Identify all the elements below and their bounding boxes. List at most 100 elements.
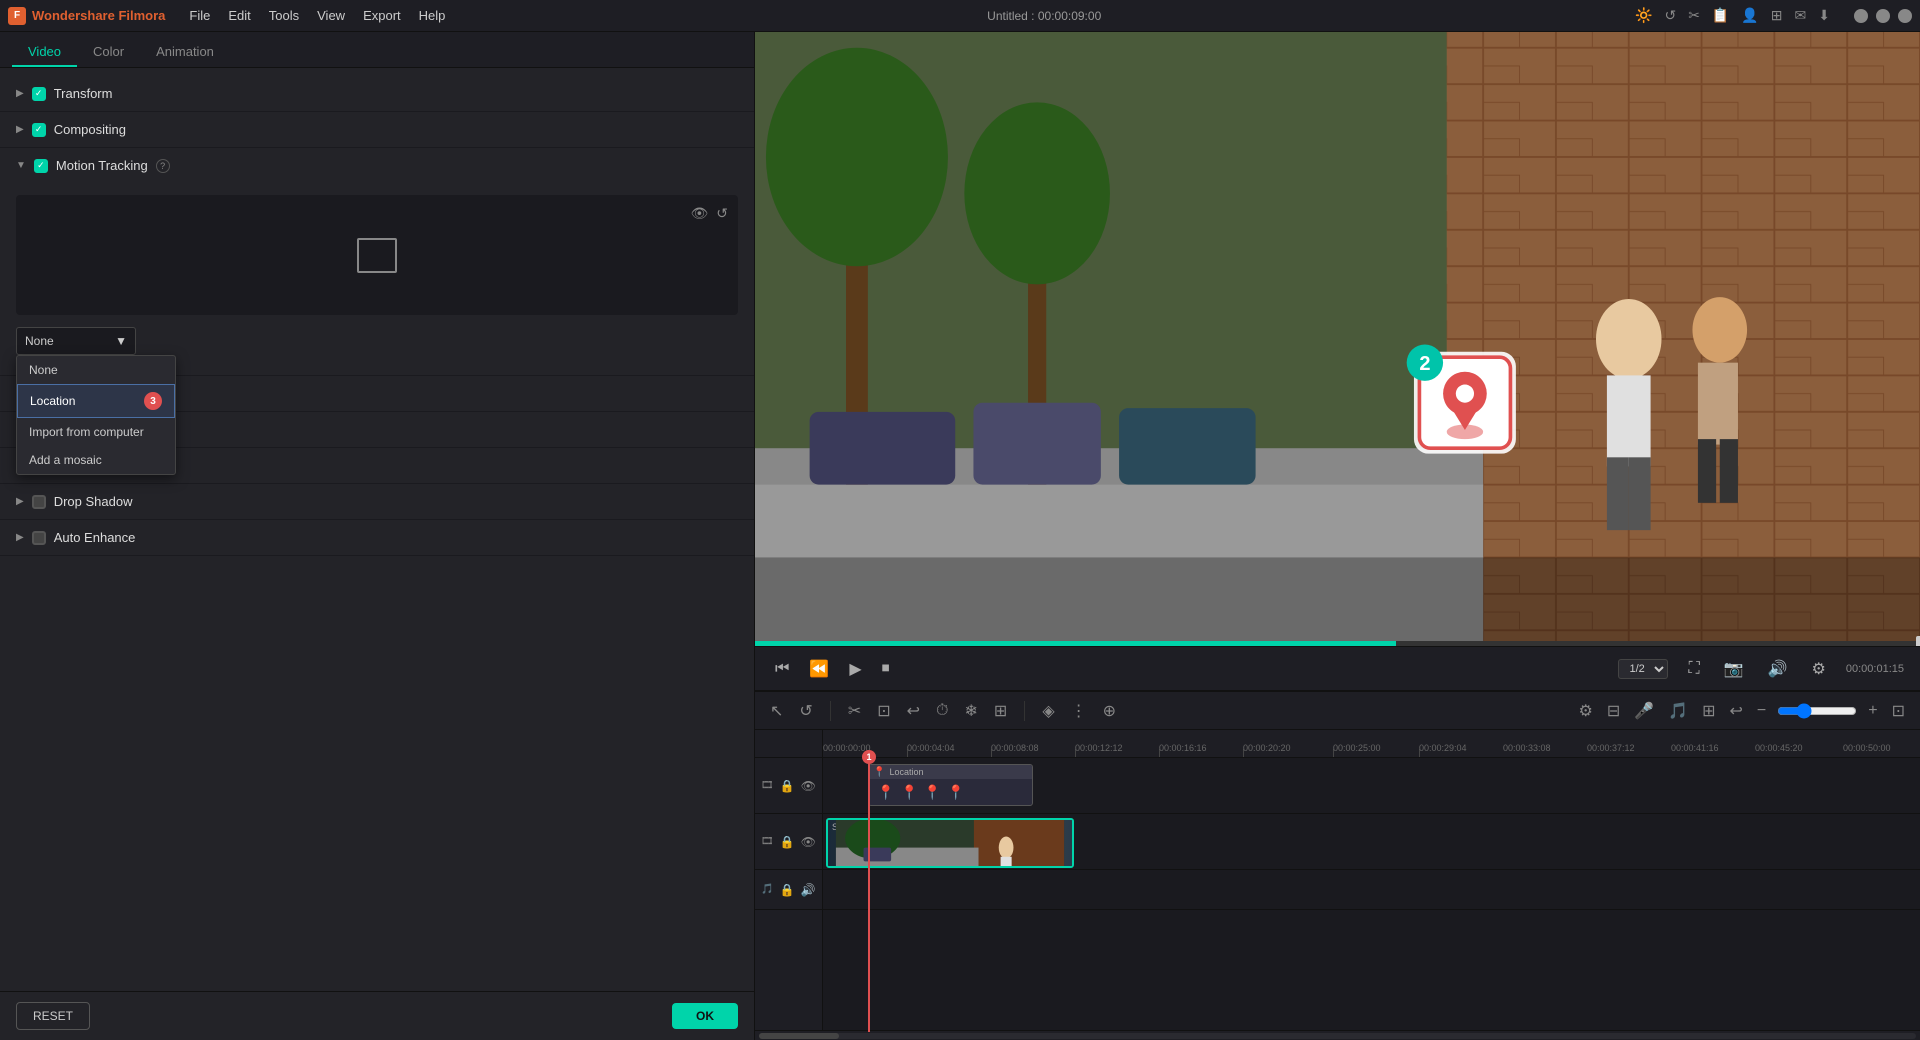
zoom-fit-icon[interactable]: ⊡ — [1889, 698, 1908, 724]
dropdown-item-none[interactable]: None — [17, 356, 175, 384]
volume-button[interactable]: 🔊 — [1764, 655, 1792, 683]
eye-icon[interactable]: 👁 — [690, 205, 708, 222]
dropdown-item-location[interactable]: Location 3 — [17, 384, 175, 418]
location-clip[interactable]: 📍 Location 📍 📍 📍 📍 — [868, 764, 1033, 806]
tab-color[interactable]: Color — [77, 36, 140, 67]
app-logo: F Wondershare Filmora — [8, 7, 165, 25]
timeline-freeze-tool[interactable]: ❄ — [962, 698, 981, 724]
tracking-dropdown[interactable]: None ▼ — [16, 327, 136, 355]
checkbox-transform[interactable]: ✓ — [32, 87, 46, 101]
timeline-tracks-right[interactable]: 00:00:00:00 00:00:04:04 00:00:08:08 00:0… — [823, 730, 1920, 1032]
music-icon[interactable]: 🎵 — [1665, 698, 1691, 724]
zoom-in-icon[interactable]: + — [1865, 699, 1880, 723]
section-transform-header[interactable]: ▶ ✓ Transform — [0, 76, 754, 111]
track1-lock-icon[interactable]: 🔒 — [780, 779, 795, 793]
playhead[interactable]: 1 — [868, 758, 870, 1032]
timeline-trim-tool[interactable]: ↺ — [796, 698, 815, 724]
menu-tools[interactable]: Tools — [261, 5, 307, 26]
section-drop-shadow-header[interactable]: ▶ Drop Shadow — [0, 484, 754, 519]
track2-lock-icon[interactable]: 🔒 — [780, 835, 795, 849]
settings-button[interactable]: ⚙ — [1808, 655, 1830, 683]
tracking-dropdown-container: None ▼ None Location 3 — [16, 327, 738, 355]
dropdown-item-import[interactable]: Import from computer — [17, 418, 175, 446]
quality-select[interactable]: 1/2 1/1 1/4 — [1618, 659, 1668, 679]
snapshot-button[interactable]: 📷 — [1720, 655, 1748, 683]
titlebar-icon-1[interactable]: 🔆 — [1635, 7, 1652, 24]
timeline-cut-tool[interactable]: ✂ — [845, 698, 864, 724]
section-motion-tracking-header[interactable]: ▼ ✓ Motion Tracking ? — [0, 148, 754, 183]
video-controls: ⏮ ⏪ ▶ ⏹ 1/2 1/1 1/4 ⛶ 📷 🔊 ⚙ 00:00:01:15 — [755, 646, 1920, 690]
scrollbar-track[interactable] — [759, 1033, 1916, 1039]
checkbox-motion-tracking[interactable]: ✓ — [34, 159, 48, 173]
timeline-rotate-tool[interactable]: ↩ — [904, 698, 923, 724]
timeline-tracks-left: 🎞 🔒 👁 🎞 🔒 👁 🎵 🔒 🔊 — [755, 730, 823, 1032]
menu-edit[interactable]: Edit — [220, 5, 258, 26]
motion-tracking-help-icon[interactable]: ? — [156, 159, 170, 173]
timeline-speed-tool[interactable]: ⏱ — [933, 699, 951, 723]
titlebar-icon-5[interactable]: 👤 — [1741, 7, 1758, 24]
timeline-select-tool[interactable]: ↖ — [767, 698, 786, 724]
titlebar-icons: 🔆 ↺ ✂ 📋 👤 ⊞ ✉ ⬇ — [1635, 7, 1830, 24]
titlebar-icon-2[interactable]: ↺ — [1664, 7, 1676, 24]
menu-file[interactable]: File — [181, 5, 218, 26]
copy-icon[interactable]: ⊞ — [1699, 698, 1718, 724]
video-progress-bar[interactable] — [755, 641, 1920, 646]
tab-video[interactable]: Video — [12, 36, 77, 67]
skip-back-button[interactable]: ⏮ — [771, 656, 793, 682]
timeline-color-tool[interactable]: ⊕ — [1100, 698, 1119, 724]
track1-eye-icon[interactable]: 👁 — [801, 779, 816, 793]
ruler-mark-10: 00:00:41:16 — [1671, 743, 1719, 753]
minimize-button[interactable] — [1854, 9, 1868, 23]
titlebar-icon-8[interactable]: ⬇ — [1818, 7, 1830, 24]
section-auto-enhance-header[interactable]: ▶ Auto Enhance — [0, 520, 754, 555]
compositing-label: Compositing — [54, 122, 126, 137]
audio-mute-icon[interactable]: 🔊 — [801, 883, 816, 897]
dropdown-item-mosaic[interactable]: Add a mosaic — [17, 446, 175, 474]
reset-button[interactable]: RESET — [16, 1002, 90, 1030]
checkbox-auto-enhance[interactable] — [32, 531, 46, 545]
snap-icon[interactable]: ⊟ — [1604, 698, 1623, 724]
video-clip[interactable]: Sample Video — [826, 818, 1074, 868]
zoom-out-icon[interactable]: − — [1754, 699, 1769, 723]
maximize-button[interactable] — [1876, 9, 1890, 23]
track2-eye-icon[interactable]: 👁 — [801, 835, 816, 849]
video-track-row: Sample Video — [823, 814, 1920, 870]
zoom-slider[interactable] — [1777, 703, 1857, 719]
timeline-transform-tool[interactable]: ⊞ — [991, 698, 1010, 724]
stop-button[interactable]: ⏹ — [878, 656, 894, 682]
close-button[interactable] — [1898, 9, 1912, 23]
refresh-icon[interactable]: ↺ — [716, 205, 728, 222]
timeline-crop-tool[interactable]: ⊡ — [874, 698, 893, 724]
scrollbar-thumb[interactable] — [759, 1033, 839, 1039]
menu-view[interactable]: View — [309, 5, 353, 26]
toolbar-separator-1 — [830, 701, 831, 721]
titlebar-icon-7[interactable]: ✉ — [1795, 7, 1807, 24]
auto-ripple-icon[interactable]: ⚙ — [1576, 698, 1596, 724]
section-compositing-header[interactable]: ▶ ✓ Compositing — [0, 112, 754, 147]
ok-button[interactable]: OK — [672, 1003, 738, 1029]
ruler-mark-6: 00:00:25:00 — [1333, 743, 1381, 753]
mic-icon[interactable]: 🎤 — [1631, 698, 1657, 724]
location-markers: 📍 📍 📍 📍 — [877, 784, 965, 801]
tab-animation[interactable]: Animation — [140, 36, 230, 67]
timeline-marker-tool[interactable]: ◈ — [1039, 698, 1057, 724]
fullscreen-button[interactable]: ⛶ — [1684, 656, 1703, 682]
step-back-button[interactable]: ⏪ — [805, 655, 833, 683]
play-button[interactable]: ▶ — [845, 655, 865, 683]
chevron-auto-enhance-icon: ▶ — [16, 532, 24, 543]
undo-icon[interactable]: ↩ — [1727, 698, 1746, 724]
menu-help[interactable]: Help — [411, 5, 454, 26]
checkbox-compositing[interactable]: ✓ — [32, 123, 46, 137]
titlebar-icon-3[interactable]: ✂ — [1688, 7, 1700, 24]
titlebar-icon-4[interactable]: 📋 — [1712, 7, 1729, 24]
transform-label: Transform — [54, 86, 113, 101]
menu-export[interactable]: Export — [355, 5, 409, 26]
toolbar-separator-2 — [1024, 701, 1025, 721]
audio-lock-icon[interactable]: 🔒 — [780, 883, 795, 897]
timeline-ruler: 00:00:00:00 00:00:04:04 00:00:08:08 00:0… — [823, 730, 1920, 758]
auto-enhance-label: Auto Enhance — [54, 530, 136, 545]
timeline-split-tool[interactable]: ⋮ — [1068, 698, 1090, 724]
checkbox-drop-shadow[interactable] — [32, 495, 46, 509]
progress-handle[interactable] — [1916, 636, 1920, 646]
titlebar-icon-6[interactable]: ⊞ — [1771, 7, 1783, 24]
